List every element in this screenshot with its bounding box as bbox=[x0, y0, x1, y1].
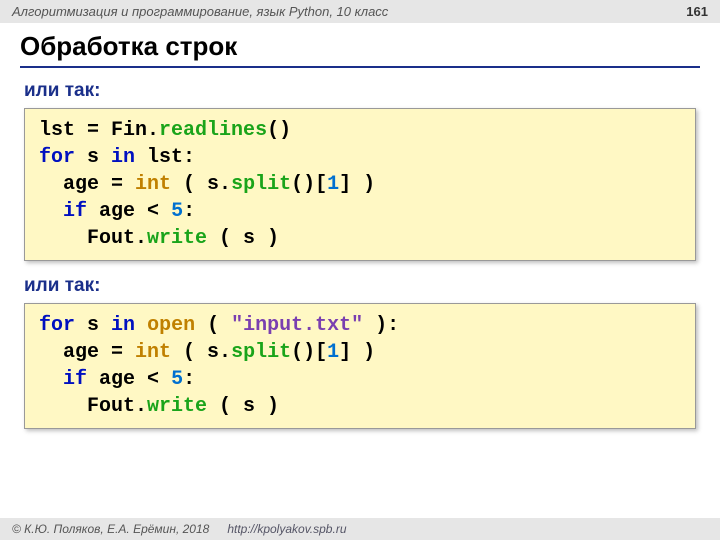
code-text bbox=[39, 200, 63, 223]
code-func: int bbox=[135, 173, 171, 196]
code-text: = bbox=[99, 341, 135, 364]
code-text: ()[ bbox=[291, 341, 327, 364]
code-text: s bbox=[75, 146, 111, 169]
code-text: lst: bbox=[135, 146, 195, 169]
code-text: = bbox=[99, 173, 135, 196]
code-text: ] ) bbox=[339, 341, 375, 364]
subtitle-2: или так: bbox=[0, 271, 720, 303]
code-text: age bbox=[87, 200, 135, 223]
code-keyword: for bbox=[39, 146, 75, 169]
code-text: ( bbox=[195, 314, 231, 337]
code-text: ( s. bbox=[171, 341, 231, 364]
code-method: write bbox=[147, 227, 207, 250]
code-method: split bbox=[231, 341, 291, 364]
code-keyword: if bbox=[63, 200, 87, 223]
code-text: < bbox=[135, 200, 171, 223]
code-text: age bbox=[39, 173, 99, 196]
code-text: ] ) bbox=[339, 173, 375, 196]
code-text: Fout. bbox=[39, 227, 147, 250]
code-text bbox=[39, 368, 63, 391]
code-text: = bbox=[75, 119, 111, 142]
code-text: ( s ) bbox=[207, 227, 279, 250]
code-text: ): bbox=[363, 314, 399, 337]
code-text: ( s. bbox=[171, 173, 231, 196]
code-text: ()[ bbox=[291, 173, 327, 196]
code-text: : bbox=[183, 368, 195, 391]
code-text: s bbox=[75, 314, 111, 337]
code-text bbox=[135, 314, 147, 337]
slide-header: Алгоритмизация и программирование, язык … bbox=[0, 0, 720, 23]
code-text: age bbox=[39, 341, 99, 364]
code-number: 1 bbox=[327, 341, 339, 364]
code-keyword: if bbox=[63, 368, 87, 391]
code-keyword: in bbox=[111, 146, 135, 169]
course-title: Алгоритмизация и программирование, язык … bbox=[12, 4, 388, 19]
code-string: "input.txt" bbox=[231, 314, 363, 337]
code-number: 5 bbox=[171, 200, 183, 223]
code-block-2: for s in open ( "input.txt" ): age = int… bbox=[24, 303, 696, 429]
title-underline bbox=[20, 66, 700, 68]
code-method: write bbox=[147, 395, 207, 418]
code-text: () bbox=[267, 119, 291, 142]
code-func: open bbox=[147, 314, 195, 337]
code-method: split bbox=[231, 173, 291, 196]
copyright: © К.Ю. Поляков, Е.А. Ерёмин, 2018 bbox=[12, 522, 209, 536]
code-text: : bbox=[183, 200, 195, 223]
code-func: int bbox=[135, 341, 171, 364]
footer-url: http://kpolyakov.spb.ru bbox=[227, 522, 346, 536]
code-text: < bbox=[135, 368, 171, 391]
subtitle-1: или так: bbox=[0, 76, 720, 108]
slide-title: Обработка строк bbox=[0, 23, 720, 66]
code-number: 5 bbox=[171, 368, 183, 391]
code-number: 1 bbox=[327, 173, 339, 196]
code-text: age bbox=[87, 368, 135, 391]
code-keyword: in bbox=[111, 314, 135, 337]
code-text: ( s ) bbox=[207, 395, 279, 418]
code-method: readlines bbox=[159, 119, 267, 142]
code-text: lst bbox=[39, 119, 75, 142]
code-text: Fout. bbox=[39, 395, 147, 418]
slide-footer: © К.Ю. Поляков, Е.А. Ерёмин, 2018 http:/… bbox=[0, 518, 720, 540]
code-keyword: for bbox=[39, 314, 75, 337]
page-number: 161 bbox=[686, 4, 708, 19]
code-block-1: lst = Fin.readlines() for s in lst: age … bbox=[24, 108, 696, 261]
code-text: Fin. bbox=[111, 119, 159, 142]
